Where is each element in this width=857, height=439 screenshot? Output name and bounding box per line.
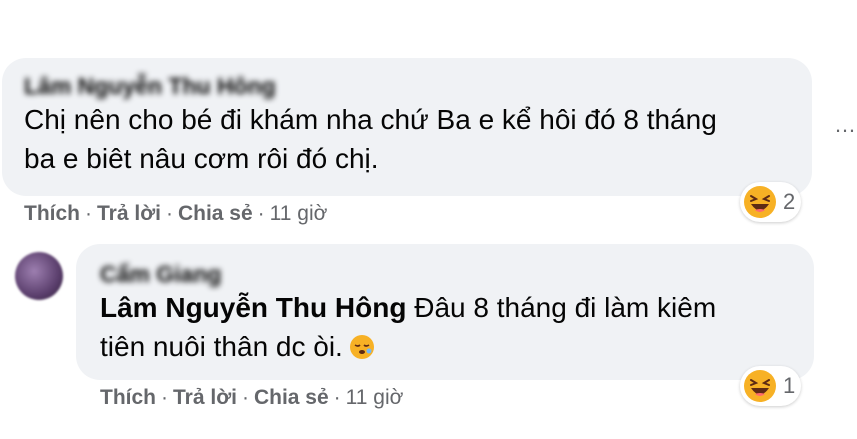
share-link[interactable]: Chia sẻ — [178, 202, 253, 225]
comment-bubble: Cẩm Giang Lâm Nguyễn Thu Hông Đâu 8 thán… — [76, 244, 814, 380]
separator: · — [165, 202, 173, 225]
comment-author[interactable]: Lâm Nguyễn Thu Hông — [24, 72, 790, 100]
reply-link[interactable]: Trả lời — [173, 386, 237, 409]
separator: · — [333, 386, 341, 409]
comment-bubble: Lâm Nguyễn Thu Hông Chị nên cho bé đi kh… — [2, 58, 812, 196]
comment-author[interactable]: Cẩm Giang — [100, 260, 790, 288]
comment-actions: Thích · Trả lời · Chia sẻ · 11 giờ — [100, 386, 403, 410]
timestamp[interactable]: 11 giờ — [270, 202, 328, 225]
reaction-summary[interactable]: 1 — [740, 366, 802, 406]
comment-actions: Thích · Trả lời · Chia sẻ · 11 giờ — [24, 202, 327, 226]
separator: · — [257, 202, 265, 225]
comment-text-line: Chị nên cho bé đi khám nha chứ Ba e kể h… — [24, 104, 717, 135]
separator: · — [161, 386, 168, 409]
like-link[interactable]: Thích — [24, 202, 80, 225]
reaction-summary[interactable]: 2 — [740, 182, 802, 222]
more-options-icon[interactable]: … — [834, 112, 857, 138]
share-link[interactable]: Chia sẻ — [254, 386, 329, 409]
reaction-count: 2 — [783, 189, 796, 214]
like-link[interactable]: Thích — [100, 386, 156, 409]
haha-emoji-icon — [744, 370, 776, 402]
avatar[interactable] — [15, 252, 63, 300]
comment-text-line: ba e biêt nâu cơm rôi đó chị. — [24, 143, 379, 174]
timestamp[interactable]: 11 giờ — [346, 386, 404, 409]
separator: · — [241, 386, 249, 409]
comment-text: Đâu 8 tháng đi làm kiêm — [414, 292, 717, 323]
comment-text-line: tiên nuôi thân dc òi. — [100, 331, 343, 362]
haha-emoji-icon — [744, 186, 776, 218]
reaction-count: 1 — [783, 373, 796, 398]
separator: · — [85, 202, 92, 225]
sleepy-emoji-icon — [349, 335, 374, 359]
mention-link[interactable]: Lâm Nguyễn Thu Hông — [100, 292, 406, 323]
reply-link[interactable]: Trả lời — [97, 202, 161, 225]
